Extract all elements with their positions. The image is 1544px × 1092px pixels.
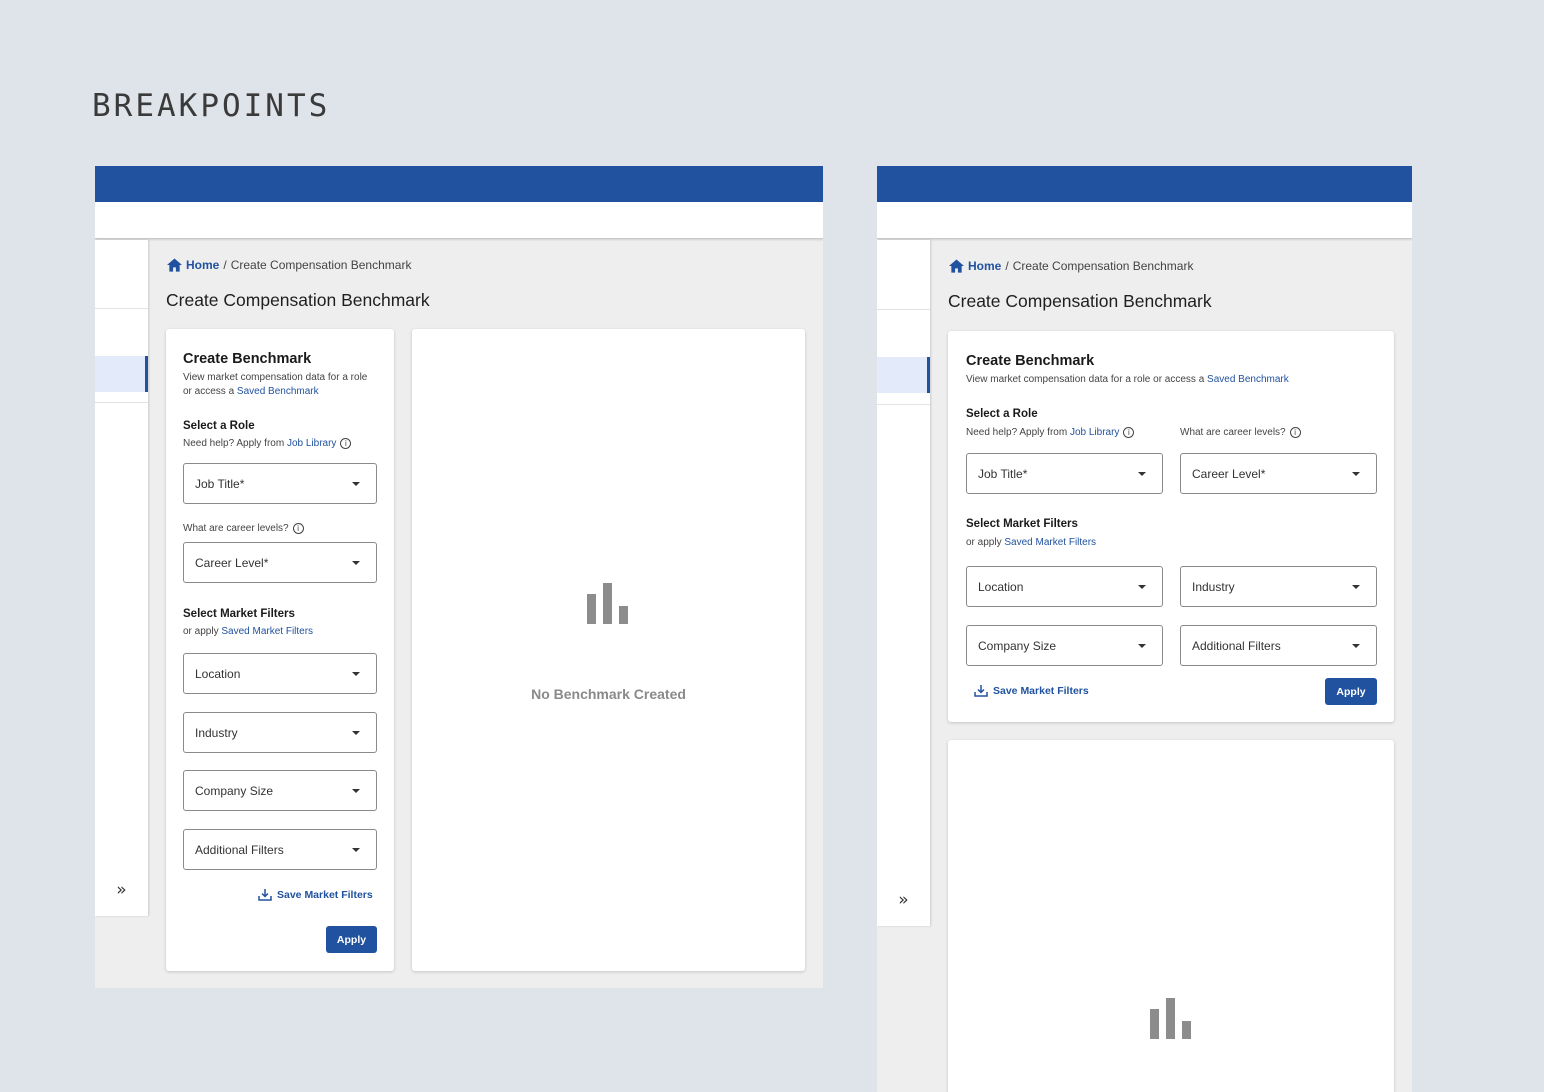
side-navigation: » bbox=[877, 240, 930, 926]
filters-help: or apply Saved Market Filters bbox=[966, 537, 1097, 548]
form-description: View market compensation data for a role… bbox=[183, 372, 368, 397]
job-title-select[interactable]: Job Title* bbox=[183, 463, 377, 504]
breadcrumb-home-link[interactable]: Home bbox=[968, 259, 1001, 273]
apply-button[interactable]: Apply bbox=[326, 926, 377, 953]
industry-select[interactable]: Industry bbox=[183, 712, 377, 753]
page-title: Create Compensation Benchmark bbox=[166, 290, 430, 310]
download-icon bbox=[974, 685, 988, 697]
save-market-filters-button[interactable]: Save Market Filters bbox=[258, 888, 373, 901]
sub-header-bar bbox=[95, 202, 823, 239]
side-navigation: » bbox=[95, 240, 148, 916]
caret-down-icon bbox=[352, 789, 360, 793]
saved-benchmark-link[interactable]: Saved Benchmark bbox=[237, 386, 319, 397]
job-title-select[interactable]: Job Title* bbox=[966, 453, 1163, 494]
saved-market-filters-link[interactable]: Saved Market Filters bbox=[221, 626, 313, 637]
home-icon bbox=[167, 258, 182, 272]
caret-down-icon bbox=[352, 482, 360, 486]
saved-market-filters-link[interactable]: Saved Market Filters bbox=[1004, 537, 1096, 548]
caret-down-icon bbox=[1352, 644, 1360, 648]
breadcrumb-separator: / bbox=[223, 258, 227, 272]
save-market-filters-button[interactable]: Save Market Filters bbox=[974, 684, 1089, 697]
industry-select[interactable]: Industry bbox=[1180, 566, 1377, 607]
bar-chart-icon bbox=[1150, 997, 1192, 1039]
filters-help: or apply Saved Market Filters bbox=[183, 626, 314, 637]
additional-filters-select[interactable]: Additional Filters bbox=[1180, 625, 1377, 666]
page-title: Create Compensation Benchmark bbox=[948, 291, 1212, 311]
expand-nav-button[interactable]: » bbox=[95, 880, 148, 900]
career-level-select[interactable]: Career Level* bbox=[183, 542, 377, 583]
location-select[interactable]: Location bbox=[183, 653, 377, 694]
breadcrumb-separator: / bbox=[1005, 259, 1009, 273]
caret-down-icon bbox=[1138, 472, 1146, 476]
caret-down-icon bbox=[352, 731, 360, 735]
breakpoints-heading: BREAKPOINTS bbox=[92, 88, 331, 124]
download-icon bbox=[258, 889, 272, 901]
career-help: What are career levels? i bbox=[183, 523, 304, 534]
market-filters-heading: Select Market Filters bbox=[183, 608, 295, 620]
breadcrumb: Home / Create Compensation Benchmark bbox=[167, 258, 411, 272]
career-level-select[interactable]: Career Level* bbox=[1180, 453, 1377, 494]
sub-header-bar bbox=[877, 202, 1412, 239]
caret-down-icon bbox=[352, 561, 360, 565]
company-size-select[interactable]: Company Size bbox=[966, 625, 1163, 666]
sidebar-active-item[interactable] bbox=[95, 356, 148, 392]
form-title: Create Benchmark bbox=[183, 351, 312, 367]
location-select[interactable]: Location bbox=[966, 566, 1163, 607]
breadcrumb: Home / Create Compensation Benchmark bbox=[949, 259, 1193, 273]
form-description: View market compensation data for a role… bbox=[966, 374, 1289, 385]
top-app-bar bbox=[877, 166, 1412, 202]
role-help: Need help? Apply from Job Library i bbox=[966, 427, 1135, 438]
job-library-link[interactable]: Job Library bbox=[1070, 427, 1119, 438]
benchmark-form-card: Create Benchmark View market compensatio… bbox=[948, 331, 1394, 722]
home-icon bbox=[949, 259, 964, 273]
company-size-select[interactable]: Company Size bbox=[183, 770, 377, 811]
caret-down-icon bbox=[352, 672, 360, 676]
select-role-heading: Select a Role bbox=[966, 408, 1038, 420]
bar-chart-icon bbox=[587, 582, 629, 624]
role-help: Need help? Apply from Job Library i bbox=[183, 438, 352, 449]
breadcrumb-current: Create Compensation Benchmark bbox=[1012, 259, 1194, 273]
frame-tablet: » Home / Create Compensation Benchmark C… bbox=[877, 166, 1412, 1092]
apply-button[interactable]: Apply bbox=[1325, 678, 1377, 705]
benchmark-results-card: No Benchmark Created bbox=[412, 329, 805, 971]
market-filters-heading: Select Market Filters bbox=[966, 518, 1078, 530]
caret-down-icon bbox=[352, 848, 360, 852]
expand-nav-button[interactable]: » bbox=[877, 890, 930, 910]
info-icon[interactable]: i bbox=[1289, 427, 1301, 438]
top-app-bar bbox=[95, 166, 823, 202]
benchmark-form-card: Create Benchmark View market compensatio… bbox=[166, 329, 394, 971]
additional-filters-select[interactable]: Additional Filters bbox=[183, 829, 377, 870]
career-help: What are career levels? i bbox=[1180, 427, 1301, 438]
info-icon[interactable]: i bbox=[340, 438, 352, 449]
caret-down-icon bbox=[1352, 472, 1360, 476]
info-icon[interactable]: i bbox=[1123, 427, 1135, 438]
empty-state-text: No Benchmark Created bbox=[531, 686, 686, 702]
form-title: Create Benchmark bbox=[966, 353, 1095, 369]
breadcrumb-current: Create Compensation Benchmark bbox=[230, 258, 412, 272]
caret-down-icon bbox=[1352, 585, 1360, 589]
breadcrumb-home-link[interactable]: Home bbox=[186, 258, 219, 272]
saved-benchmark-link[interactable]: Saved Benchmark bbox=[1207, 374, 1289, 385]
caret-down-icon bbox=[1138, 644, 1146, 648]
frame-desktop: » Home / Create Compensation Benchmark C… bbox=[95, 166, 823, 988]
select-role-heading: Select a Role bbox=[183, 420, 255, 432]
benchmark-results-card bbox=[948, 740, 1394, 1092]
job-library-link[interactable]: Job Library bbox=[287, 438, 336, 449]
info-icon[interactable]: i bbox=[292, 523, 304, 534]
sidebar-active-item[interactable] bbox=[877, 357, 930, 393]
caret-down-icon bbox=[1138, 585, 1146, 589]
